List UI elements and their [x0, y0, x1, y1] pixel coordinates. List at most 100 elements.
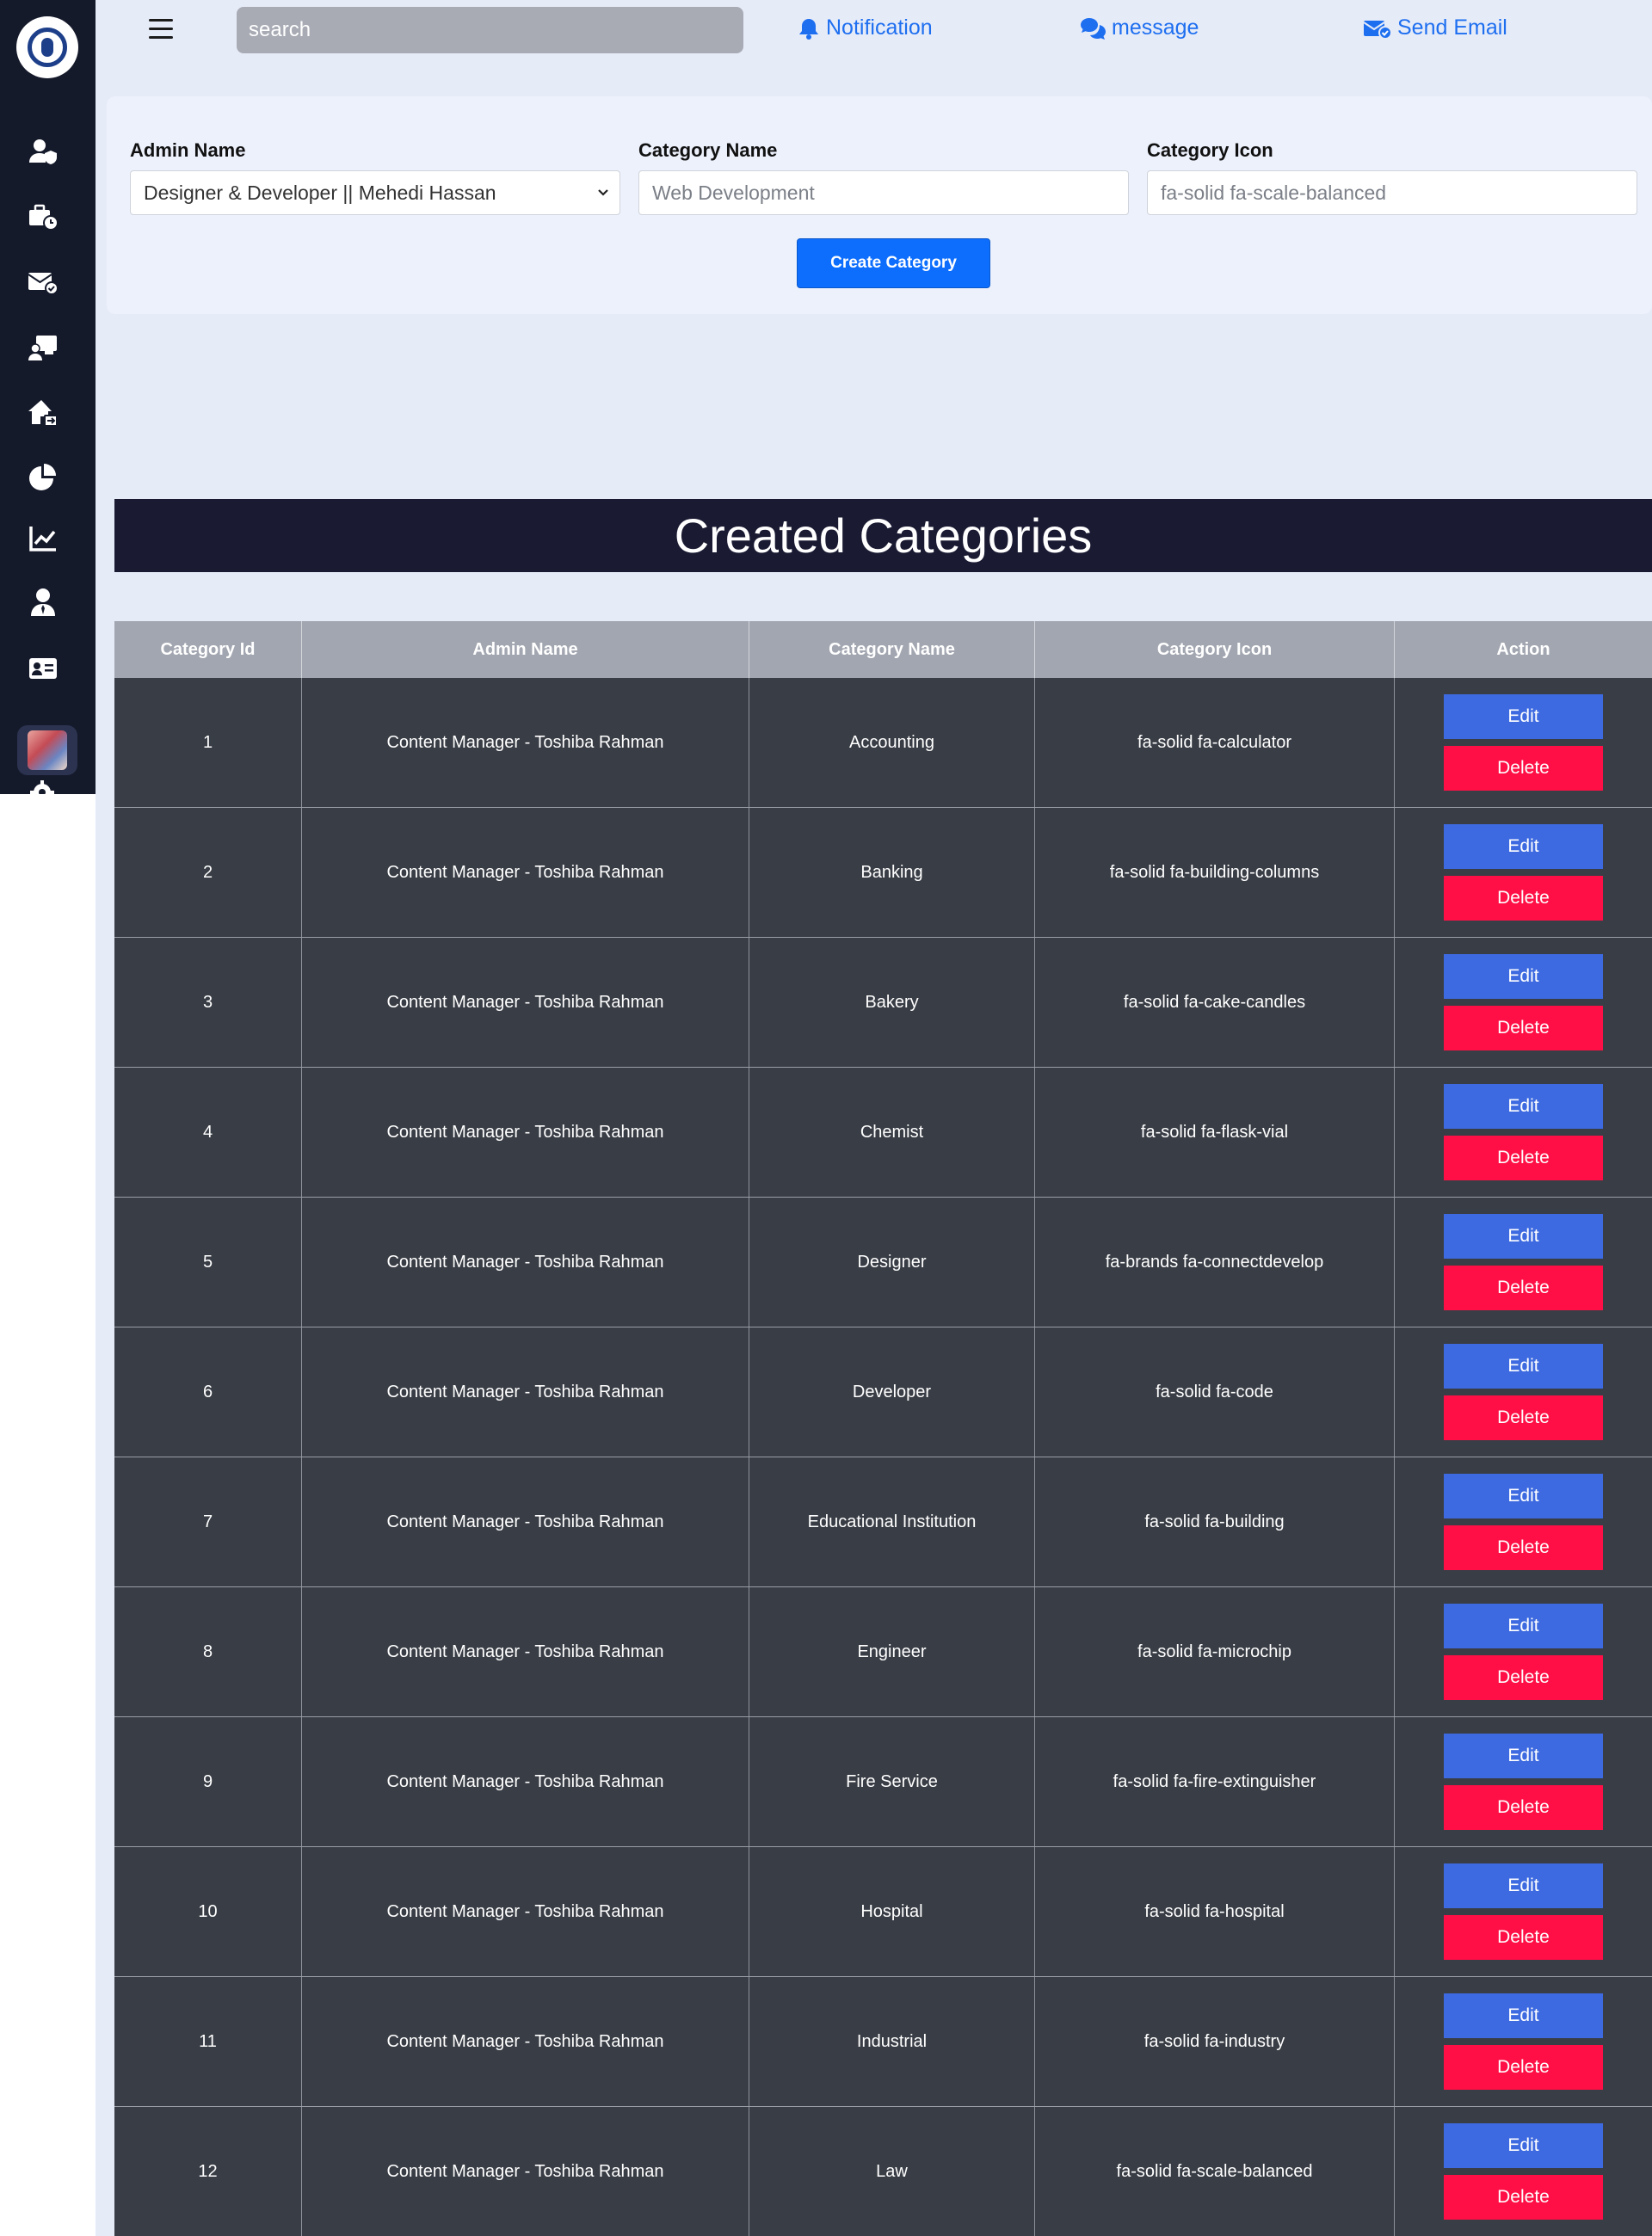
- edit-button[interactable]: Edit: [1444, 1474, 1603, 1518]
- table-row: 4 Content Manager - Toshiba Rahman Chemist…: [114, 1068, 1652, 1198]
- categories-table: Category Id Admin Name Category Name Cat…: [114, 621, 1652, 2236]
- send-email-link[interactable]: Send Email: [1363, 15, 1507, 40]
- comments-icon: [1081, 17, 1106, 40]
- delete-button[interactable]: Delete: [1444, 1915, 1603, 1960]
- chart-line-icon[interactable]: [26, 521, 60, 556]
- brand-logo[interactable]: [16, 16, 78, 78]
- delete-button[interactable]: Delete: [1444, 1136, 1603, 1180]
- delete-button[interactable]: Delete: [1444, 2045, 1603, 2090]
- category-icon-placeholder: fa-solid fa-scale-balanced: [1161, 181, 1387, 204]
- user-avatar[interactable]: [17, 725, 77, 775]
- category-name-input[interactable]: Web Development: [638, 170, 1129, 215]
- user-tie-icon[interactable]: [26, 585, 60, 619]
- message-link[interactable]: message: [1079, 15, 1199, 40]
- cell-category-icon: fa-solid fa-cake-candles: [1035, 938, 1395, 1067]
- cell-category-id: 5: [114, 1198, 302, 1327]
- cell-action: Edit Delete: [1395, 1717, 1652, 1846]
- notification-link[interactable]: Notification: [797, 15, 933, 40]
- cell-category-name: Developer: [749, 1327, 1035, 1457]
- cell-admin-name: Content Manager - Toshiba Rahman: [302, 1717, 749, 1846]
- table-row: 7 Content Manager - Toshiba Rahman Educati…: [114, 1457, 1652, 1587]
- cell-category-name: Law: [749, 2107, 1035, 2236]
- header-action: Action: [1496, 639, 1550, 659]
- house-arrow-icon[interactable]: [26, 396, 60, 430]
- id-card-icon[interactable]: [26, 651, 60, 686]
- main-content: Notification message Send Email Admin Na…: [96, 0, 1652, 2236]
- cell-action: Edit Delete: [1395, 1977, 1652, 2106]
- table-row: 3 Content Manager - Toshiba Rahman Bakery f…: [114, 938, 1652, 1068]
- delete-button[interactable]: Delete: [1444, 1525, 1603, 1570]
- cell-action: Edit Delete: [1395, 1327, 1652, 1457]
- edit-button[interactable]: Edit: [1444, 1993, 1603, 2038]
- cell-admin-name: Content Manager - Toshiba Rahman: [302, 1587, 749, 1716]
- cell-category-id: 2: [114, 808, 302, 937]
- search-input[interactable]: [237, 7, 743, 53]
- delete-button[interactable]: Delete: [1444, 2175, 1603, 2220]
- cell-category-icon: fa-solid fa-building: [1035, 1457, 1395, 1586]
- cell-admin-name: Content Manager - Toshiba Rahman: [302, 1847, 749, 1976]
- delete-button[interactable]: Delete: [1444, 746, 1603, 791]
- delete-button[interactable]: Delete: [1444, 1266, 1603, 1310]
- edit-button[interactable]: Edit: [1444, 954, 1603, 999]
- edit-button[interactable]: Edit: [1444, 2123, 1603, 2168]
- briefcase-clock-icon[interactable]: [26, 200, 60, 234]
- edit-button[interactable]: Edit: [1444, 1084, 1603, 1129]
- category-name-placeholder: Web Development: [652, 181, 815, 204]
- cell-category-id: 10: [114, 1847, 302, 1976]
- edit-button[interactable]: Edit: [1444, 824, 1603, 869]
- cell-category-id: 12: [114, 2107, 302, 2236]
- envelope-check-icon: [1363, 20, 1392, 40]
- edit-button[interactable]: Edit: [1444, 1214, 1603, 1259]
- cell-category-name: Hospital: [749, 1847, 1035, 1976]
- delete-button[interactable]: Delete: [1444, 1785, 1603, 1830]
- header-category-name: Category Name: [749, 621, 1035, 678]
- cell-category-name: Chemist: [749, 1068, 1035, 1197]
- cell-category-id: 4: [114, 1068, 302, 1197]
- category-icon-label: Category Icon: [1147, 139, 1273, 161]
- admin-name-select[interactable]: Designer & Developer || Mehedi Hassan: [130, 170, 620, 215]
- cell-category-name: Accounting: [749, 678, 1035, 807]
- chart-pie-icon[interactable]: [26, 460, 60, 495]
- cell-category-name: Fire Service: [749, 1717, 1035, 1846]
- gear-icon[interactable]: [29, 779, 55, 794]
- header-admin-name: Admin Name: [302, 621, 749, 678]
- edit-button[interactable]: Edit: [1444, 694, 1603, 739]
- envelope-check-icon[interactable]: [26, 265, 60, 299]
- message-label: message: [1112, 15, 1199, 40]
- table-header: Category Id Admin Name Category Name Cat…: [114, 621, 1652, 678]
- delete-button[interactable]: Delete: [1444, 1006, 1603, 1050]
- cell-category-name: Bakery: [749, 938, 1035, 1067]
- cell-admin-name: Content Manager - Toshiba Rahman: [302, 1198, 749, 1327]
- edit-button[interactable]: Edit: [1444, 1863, 1603, 1908]
- edit-button[interactable]: Edit: [1444, 1344, 1603, 1389]
- category-icon-input[interactable]: fa-solid fa-scale-balanced: [1147, 170, 1637, 215]
- cell-category-id: 3: [114, 938, 302, 1067]
- edit-button[interactable]: Edit: [1444, 1604, 1603, 1648]
- sidebar: [0, 0, 96, 794]
- cell-category-icon: fa-solid fa-code: [1035, 1327, 1395, 1457]
- cell-category-name: Educational Institution: [749, 1457, 1035, 1586]
- create-category-button[interactable]: Create Category: [797, 238, 990, 288]
- cell-action: Edit Delete: [1395, 1068, 1652, 1197]
- cell-action: Edit Delete: [1395, 1847, 1652, 1976]
- delete-button[interactable]: Delete: [1444, 876, 1603, 921]
- cell-action: Edit Delete: [1395, 1198, 1652, 1327]
- chalkboard-user-icon[interactable]: [26, 330, 60, 365]
- cell-category-id: 9: [114, 1717, 302, 1846]
- cell-action: Edit Delete: [1395, 1457, 1652, 1586]
- cell-category-id: 7: [114, 1457, 302, 1586]
- edit-button[interactable]: Edit: [1444, 1734, 1603, 1778]
- delete-button[interactable]: Delete: [1444, 1655, 1603, 1700]
- cell-category-icon: fa-solid fa-scale-balanced: [1035, 2107, 1395, 2236]
- cell-category-icon: fa-solid fa-industry: [1035, 1977, 1395, 2106]
- menu-toggle-icon[interactable]: [149, 19, 175, 40]
- table-row: 5 Content Manager - Toshiba Rahman Designe…: [114, 1198, 1652, 1327]
- table-row: 8 Content Manager - Toshiba Rahman Enginee…: [114, 1587, 1652, 1717]
- delete-button[interactable]: Delete: [1444, 1395, 1603, 1440]
- avatar-image: [28, 730, 67, 770]
- user-shield-icon[interactable]: [26, 134, 60, 169]
- cell-category-id: 11: [114, 1977, 302, 2106]
- table-row: 6 Content Manager - Toshiba Rahman Develop…: [114, 1327, 1652, 1457]
- cell-action: Edit Delete: [1395, 2107, 1652, 2236]
- cell-category-name: Industrial: [749, 1977, 1035, 2106]
